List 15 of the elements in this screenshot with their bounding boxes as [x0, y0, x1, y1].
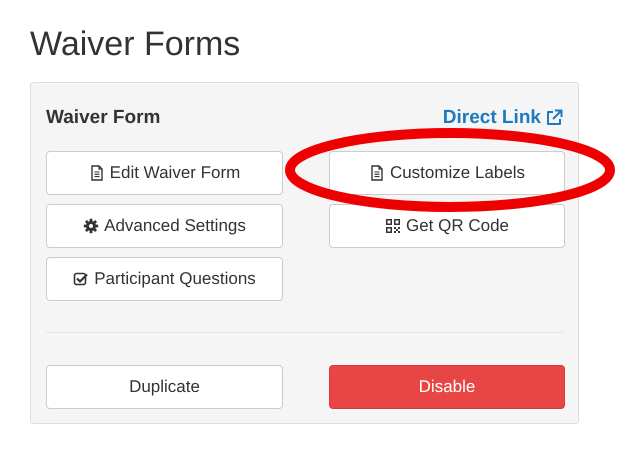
qr-code-icon	[385, 218, 401, 234]
duplicate-button[interactable]: Duplicate	[46, 365, 283, 409]
settings-icon	[83, 218, 100, 234]
page-title: Waiver Forms	[30, 24, 242, 64]
document-icon	[88, 165, 105, 181]
checkbox-icon	[73, 271, 90, 287]
action-button[interactable]: Participant Questions	[46, 257, 283, 301]
document-icon	[368, 165, 385, 181]
action-button[interactable]: Advanced Settings	[46, 204, 283, 248]
card-heading: Waiver Form	[46, 106, 160, 130]
action-button[interactable]: Edit Waiver Form	[46, 151, 283, 195]
external-link-icon	[545, 109, 563, 127]
disable-button[interactable]: Disable	[329, 365, 565, 409]
action-button[interactable]: Customize Labels	[329, 151, 565, 195]
direct-link[interactable]: Direct Link	[442, 104, 563, 132]
